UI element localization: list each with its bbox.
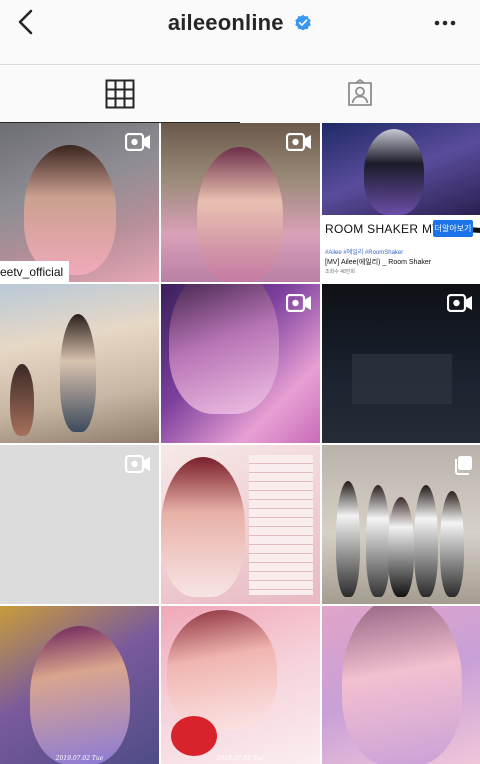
post-tile-2[interactable] xyxy=(161,123,320,282)
grid-icon xyxy=(105,79,135,109)
tagged-icon xyxy=(348,79,372,106)
photo-text-block xyxy=(249,455,313,595)
photo-subject xyxy=(440,491,464,597)
more-options-icon[interactable] xyxy=(434,20,456,26)
video-icon xyxy=(125,455,150,473)
video-icon xyxy=(125,133,150,151)
post-tile-12[interactable] xyxy=(322,606,480,764)
photo-subject xyxy=(60,314,96,432)
photo-subject xyxy=(24,145,116,275)
video-icon xyxy=(286,133,311,151)
photo-scene xyxy=(352,354,452,404)
photo-date-stamp: 2019.07.02 Tue xyxy=(55,755,104,762)
photo-date-stamp: 2019.07.02 Tue xyxy=(216,755,265,762)
post-tile-4[interactable] xyxy=(0,284,159,443)
photo-subject xyxy=(388,497,414,597)
tab-tagged[interactable] xyxy=(240,65,480,123)
photo-subject xyxy=(197,147,283,282)
post-tile-9[interactable] xyxy=(322,445,480,604)
learn-more-button: 더알아보기 xyxy=(433,220,473,237)
profile-tabs xyxy=(0,64,480,124)
tag-label: eetv_official xyxy=(0,261,70,282)
photo-subject xyxy=(366,485,390,597)
post-tile-8[interactable] xyxy=(161,445,320,604)
youtube-thumbnail xyxy=(322,123,480,215)
yt-views: 조회수 48만회 xyxy=(325,269,355,275)
photo-subject xyxy=(169,284,279,414)
post-tile-7[interactable] xyxy=(0,445,159,604)
profile-username: aileeonline xyxy=(167,10,284,35)
tab-grid[interactable] xyxy=(0,65,240,124)
post-tile-3[interactable]: ROOM SHAKER MV 더알아보기 #Ailee #에일리 #RoomSh… xyxy=(322,123,480,282)
yt-video-title: ROOM SHAKER MV xyxy=(322,222,444,236)
title-bar: aileeonline xyxy=(0,10,480,36)
verified-badge-icon xyxy=(295,14,311,31)
yt-hashtags: #Ailee #에일리 #RoomShaker xyxy=(325,250,404,256)
post-grid: eetv_official ROOM SHAKER MV 더알아보기 #Aile… xyxy=(0,123,480,764)
photo-subject xyxy=(10,364,34,436)
photo-subject xyxy=(414,485,438,597)
photo-flower xyxy=(171,716,217,756)
post-tile-1[interactable]: eetv_official xyxy=(0,123,159,282)
photo-subject xyxy=(336,481,360,597)
photo-subject xyxy=(167,610,277,730)
post-tile-11[interactable]: 2019.07.02 Tue xyxy=(161,606,320,764)
photo-subject xyxy=(342,606,462,764)
carousel-icon xyxy=(455,456,472,475)
video-icon xyxy=(447,294,472,312)
profile-header: aileeonline xyxy=(0,0,480,48)
post-tile-6[interactable] xyxy=(322,284,480,443)
photo-subject xyxy=(364,129,424,215)
post-tile-5[interactable] xyxy=(161,284,320,443)
post-tile-10[interactable]: 2019.07.02 Tue xyxy=(0,606,159,764)
yt-subtitle: [MV] Ailee(에일리) _ Room Shaker xyxy=(325,259,432,266)
photo-subject xyxy=(161,457,245,597)
video-icon xyxy=(286,294,311,312)
photo-subject xyxy=(30,626,130,764)
